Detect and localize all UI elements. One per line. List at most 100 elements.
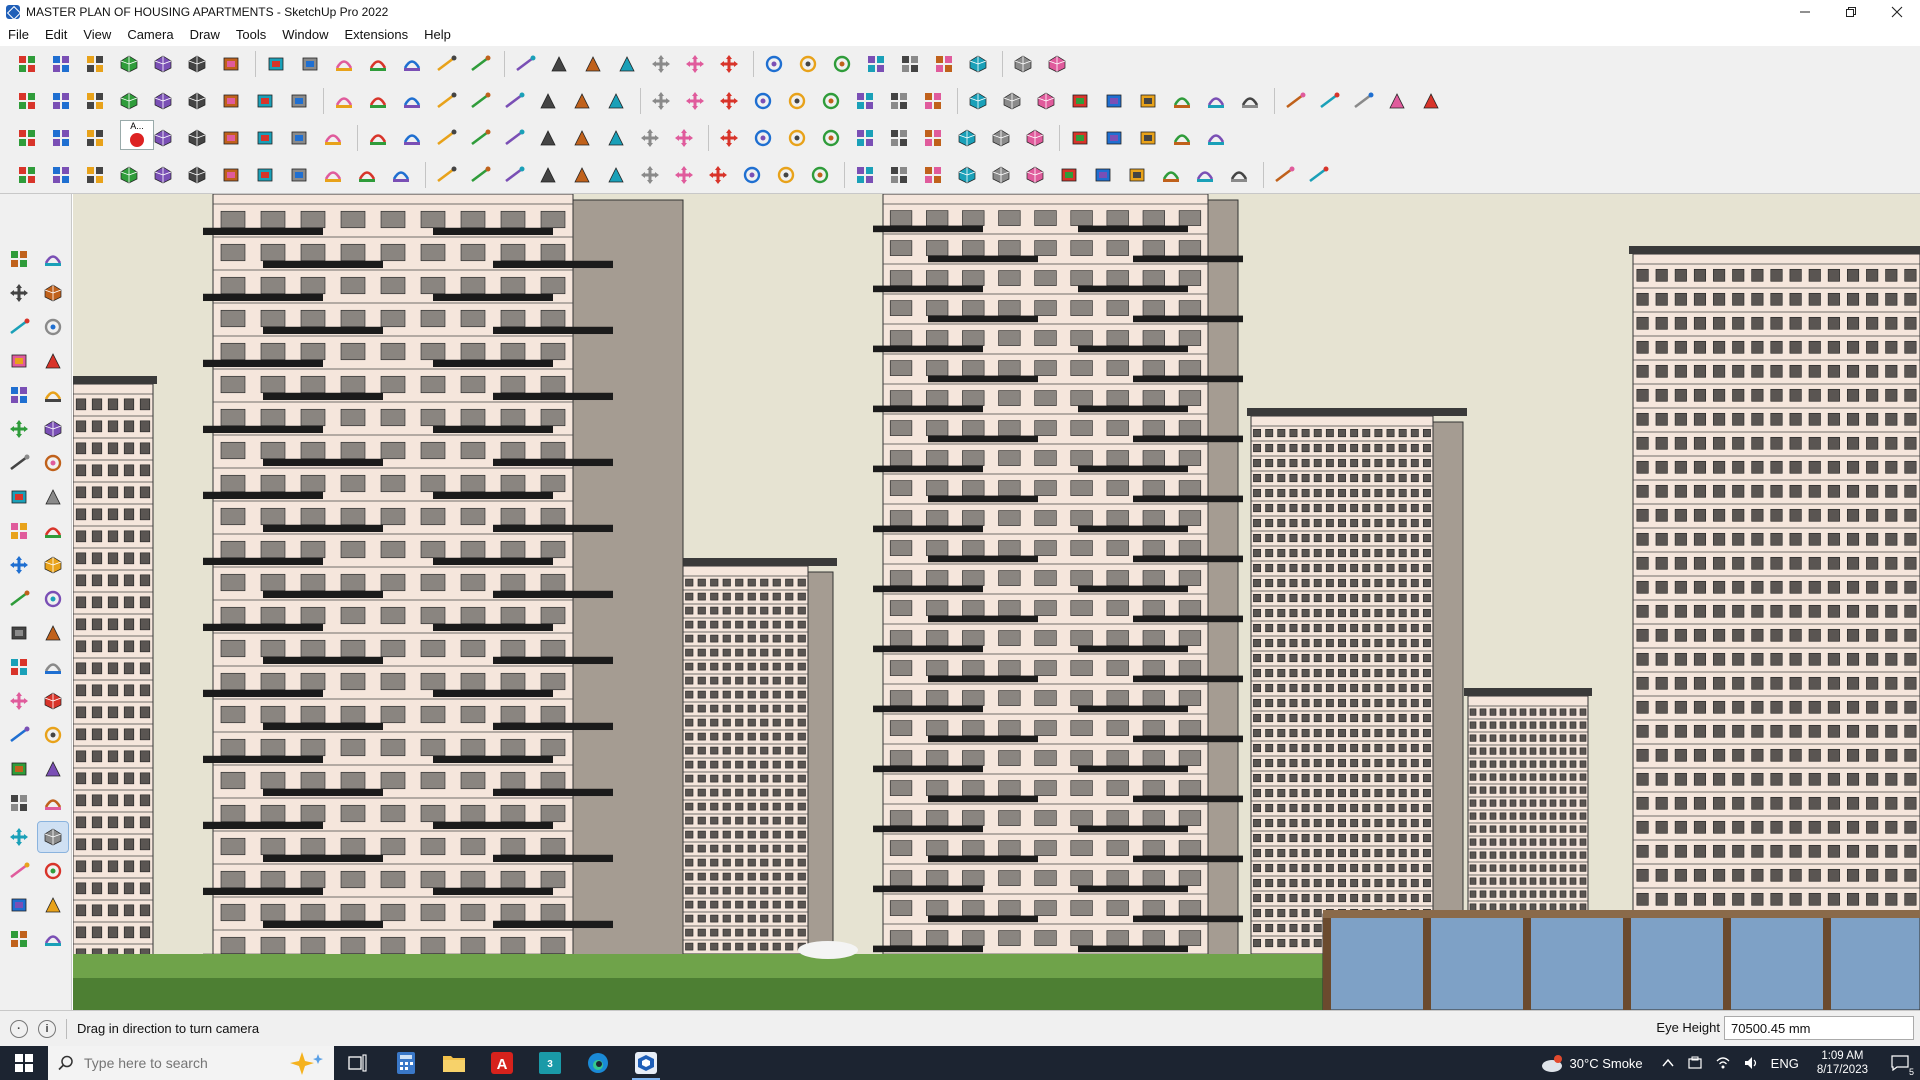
zoom-window-tool-button[interactable]	[38, 754, 68, 784]
mini-tool-panel[interactable]: A...	[120, 120, 154, 150]
row2-tool-39-button[interactable]	[1348, 86, 1378, 116]
row3-tool-30-button[interactable]	[1020, 123, 1050, 153]
rectangle-tool-button[interactable]	[4, 380, 34, 410]
push-pull-button[interactable]	[216, 49, 246, 79]
row4-tool-10-button[interactable]	[318, 160, 348, 190]
row2-tool-36-button[interactable]	[1235, 86, 1265, 116]
arc-button[interactable]	[148, 49, 178, 79]
freehand-tool-button[interactable]	[38, 346, 68, 376]
row2-tool-27-button[interactable]	[918, 86, 948, 116]
row2-tool-7-button[interactable]	[216, 86, 246, 116]
acrobat-app[interactable]: A	[478, 1046, 526, 1080]
row2-tool-17-button[interactable]	[567, 86, 597, 116]
row3-tool-33-button[interactable]	[1133, 123, 1163, 153]
row2-tool-6-button[interactable]	[182, 86, 212, 116]
notifications-button[interactable]: 5	[1880, 1046, 1920, 1080]
protractor-tool-button[interactable]	[4, 652, 34, 682]
text-tool-button[interactable]	[38, 652, 68, 682]
row3-tool-25-button[interactable]	[850, 123, 880, 153]
file-explorer-app[interactable]	[430, 1046, 478, 1080]
tape-measure-tool-button[interactable]	[4, 618, 34, 648]
3d-viewport[interactable]	[73, 194, 1920, 1010]
walk-tool-button[interactable]	[4, 822, 34, 852]
move-tool-button[interactable]	[4, 516, 34, 546]
row2-tool-10-button[interactable]	[329, 86, 359, 116]
styles-button[interactable]	[759, 49, 789, 79]
flip-button[interactable]	[929, 49, 959, 79]
row2-tool-35-button[interactable]	[1201, 86, 1231, 116]
row2-tool-40-button[interactable]	[1382, 86, 1412, 116]
scale-button[interactable]	[363, 49, 393, 79]
tape-measure-button[interactable]	[397, 49, 427, 79]
orbit-button[interactable]	[510, 49, 540, 79]
row3-tool-3-button[interactable]	[80, 123, 110, 153]
row4-tool-27-button[interactable]	[918, 160, 948, 190]
row2-tool-30-button[interactable]	[1031, 86, 1061, 116]
geo-location-icon[interactable]: ·	[10, 1019, 28, 1038]
pan-button[interactable]	[544, 49, 574, 79]
row3-tool-24-button[interactable]	[816, 123, 846, 153]
row3-tool-21-button[interactable]	[714, 123, 744, 153]
menu-view[interactable]: View	[75, 24, 119, 46]
row3-tool-10-button[interactable]	[318, 123, 348, 153]
row4-tool-24-button[interactable]	[805, 160, 835, 190]
3ds-max-app[interactable]: 3	[526, 1046, 574, 1080]
row2-tool-38-button[interactable]	[1314, 86, 1344, 116]
layers-panel-tool-button[interactable]	[4, 924, 34, 954]
row2-tool-21-button[interactable]	[714, 86, 744, 116]
redo-button[interactable]	[1008, 49, 1038, 79]
styles-panel-tool-button[interactable]	[38, 924, 68, 954]
zoom-extents-tool-button[interactable]	[4, 788, 34, 818]
row4-tool-17-button[interactable]	[567, 160, 597, 190]
row3-tool-35-button[interactable]	[1201, 123, 1231, 153]
row4-tool-7-button[interactable]	[216, 160, 246, 190]
select-tool-button[interactable]	[4, 244, 34, 274]
row4-tool-21-button[interactable]	[703, 160, 733, 190]
row2-tool-37-button[interactable]	[1280, 86, 1310, 116]
menu-help[interactable]: Help	[416, 24, 459, 46]
volume-icon[interactable]	[1743, 1055, 1759, 1071]
pan-view-tool-button[interactable]	[38, 720, 68, 750]
row4-tool-30-button[interactable]	[1020, 160, 1050, 190]
row4-tool-15-button[interactable]	[499, 160, 529, 190]
row2-tool-15-button[interactable]	[499, 86, 529, 116]
row3-tool-14-button[interactable]	[465, 123, 495, 153]
row3-tool-9-button[interactable]	[284, 123, 314, 153]
clock[interactable]: 1:09 AM 8/17/2023	[1817, 1049, 1868, 1077]
row4-tool-13-button[interactable]	[431, 160, 461, 190]
rectangle-button[interactable]	[182, 49, 212, 79]
row2-tool-4-button[interactable]	[114, 86, 144, 116]
tag-tool-button[interactable]	[38, 312, 68, 342]
row2-tool-23-button[interactable]	[782, 86, 812, 116]
row3-tool-15-button[interactable]	[499, 123, 529, 153]
zoom-view-tool-button[interactable]	[4, 754, 34, 784]
wifi-icon[interactable]	[1715, 1055, 1731, 1071]
row4-tool-28-button[interactable]	[952, 160, 982, 190]
components-browser-tool-button[interactable]	[4, 890, 34, 920]
text-button[interactable]	[431, 49, 461, 79]
menu-file[interactable]: File	[0, 24, 37, 46]
row4-tool-14-button[interactable]	[465, 160, 495, 190]
zoom-button[interactable]	[578, 49, 608, 79]
row4-tool-6-button[interactable]	[182, 160, 212, 190]
eraser-tool-button[interactable]	[38, 278, 68, 308]
row3-tool-31-button[interactable]	[1065, 123, 1095, 153]
pin-button[interactable]	[1042, 49, 1072, 79]
paint-bucket-tool-button[interactable]	[4, 278, 34, 308]
move-button[interactable]	[295, 49, 325, 79]
row3-tool-11-button[interactable]	[363, 123, 393, 153]
row2-tool-25-button[interactable]	[850, 86, 880, 116]
row3-tool-8-button[interactable]	[250, 123, 280, 153]
row2-tool-2-button[interactable]	[46, 86, 76, 116]
menu-edit[interactable]: Edit	[37, 24, 75, 46]
menu-camera[interactable]: Camera	[119, 24, 181, 46]
row3-tool-19-button[interactable]	[635, 123, 665, 153]
row2-tool-26-button[interactable]	[884, 86, 914, 116]
row2-tool-13-button[interactable]	[431, 86, 461, 116]
row4-tool-9-button[interactable]	[284, 160, 314, 190]
pie-tool-button[interactable]	[38, 448, 68, 478]
row3-tool-34-button[interactable]	[1167, 123, 1197, 153]
components-tool-button[interactable]	[4, 312, 34, 342]
row4-tool-8-button[interactable]	[250, 160, 280, 190]
row2-tool-41-button[interactable]	[1416, 86, 1446, 116]
